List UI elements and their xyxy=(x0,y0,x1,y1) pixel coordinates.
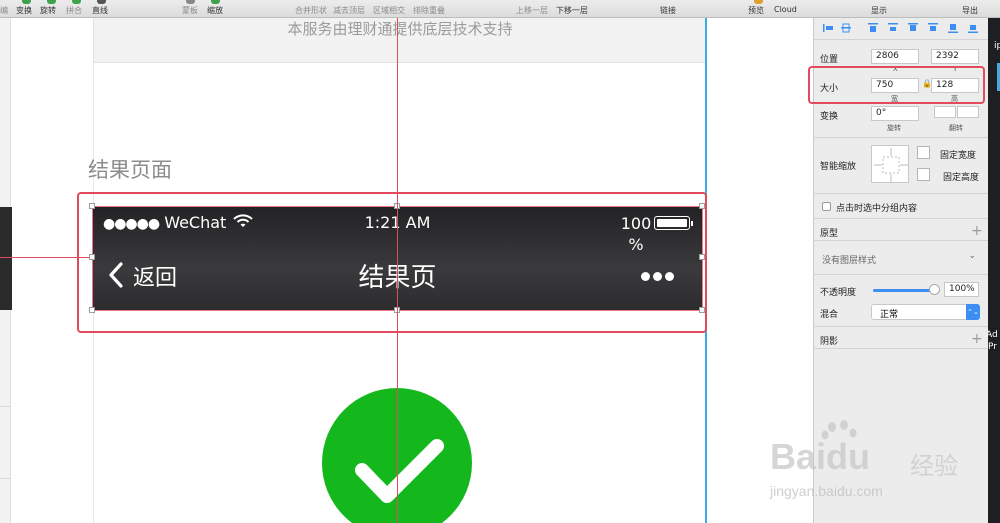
align-center-icon[interactable] xyxy=(840,22,852,34)
adjacent-artboard-divider xyxy=(0,478,11,479)
inspector-divider xyxy=(813,348,988,349)
toolbar-export[interactable]: 导出 xyxy=(962,5,978,16)
layer-style-select[interactable]: 没有图层样式 ⌄ xyxy=(818,250,980,266)
watermark-sub: 经验 xyxy=(910,452,958,480)
size-highlight-box xyxy=(808,66,985,104)
click-select-checkbox[interactable] xyxy=(822,202,831,211)
toolbar-preview[interactable]: 预览 xyxy=(748,5,764,16)
toolbar-icon xyxy=(211,0,220,4)
adjacent-artboard-navbar xyxy=(0,207,12,310)
resize-handle[interactable] xyxy=(699,254,705,260)
toolbar-flatten[interactable]: 拼合 xyxy=(66,5,82,16)
add-shadow-icon[interactable]: + xyxy=(971,332,983,346)
toolbar-subtract[interactable]: 减去顶层 xyxy=(333,5,365,16)
distribute-horizontal-icon[interactable] xyxy=(967,22,979,34)
flip-vertical-icon[interactable] xyxy=(957,106,979,118)
footer-block[interactable]: 本服务由理财通提供底层技术支持 xyxy=(93,18,705,63)
toolbar-icon xyxy=(186,0,195,4)
inspector-divider xyxy=(814,39,989,40)
opacity-field[interactable]: 100% xyxy=(944,282,979,297)
prototype-label: 原型 xyxy=(820,229,839,239)
watermark-url: jingyan.baidu.com xyxy=(770,483,883,499)
distribute-vertical-icon[interactable] xyxy=(947,22,959,34)
shadow-label: 阴影 xyxy=(820,337,839,347)
blend-mode-select[interactable]: 正常 ⌃⌄ xyxy=(871,304,980,320)
align-bottom-icon[interactable] xyxy=(907,22,919,34)
toolbar-backward[interactable]: 下移一层 xyxy=(556,5,588,16)
toolbar-view[interactable]: 显示 xyxy=(871,5,887,16)
highlight-annotation-box xyxy=(77,192,707,333)
background-window-text: Pr xyxy=(988,342,997,352)
distribute-icon[interactable] xyxy=(927,22,939,34)
resize-handle[interactable] xyxy=(89,254,95,260)
background-window xyxy=(988,18,1000,523)
align-left-icon[interactable] xyxy=(822,22,834,34)
resize-handle[interactable] xyxy=(89,307,95,313)
inspector-divider xyxy=(813,193,988,194)
align-top-icon[interactable] xyxy=(867,22,879,34)
blend-mode-value: 正常 xyxy=(880,310,899,320)
add-prototype-icon[interactable]: + xyxy=(971,224,983,238)
toolbar-cloud[interactable]: Cloud xyxy=(774,5,797,14)
x-position-field[interactable]: 2806 xyxy=(871,49,919,64)
toolbar-line[interactable]: 直线 xyxy=(92,5,108,16)
toolbar-intersect[interactable]: 区域相交 xyxy=(373,5,405,16)
resize-handle[interactable] xyxy=(89,203,95,209)
click-select-label: 点击时选中分组内容 xyxy=(836,204,918,214)
resizing-control[interactable] xyxy=(871,145,909,183)
resize-handle[interactable] xyxy=(699,307,705,313)
opacity-slider-knob[interactable] xyxy=(929,284,940,295)
fix-width-icon[interactable] xyxy=(917,146,930,159)
toolbar-transform[interactable]: 变换 xyxy=(16,5,32,16)
transform-label: 变换 xyxy=(820,112,839,122)
background-window-text: ip xyxy=(994,41,1000,51)
footer-text: 本服务由理财通提供底层技术支持 xyxy=(287,20,513,38)
layer-style-value: 没有图层样式 xyxy=(822,256,877,266)
toolbar-union[interactable]: 合并形状 xyxy=(295,5,327,16)
flip-horizontal-icon[interactable] xyxy=(934,106,956,118)
toolbar-icon xyxy=(72,0,81,4)
fix-width-label[interactable]: 固定宽度 xyxy=(940,148,976,161)
toolbar-icon xyxy=(97,0,106,4)
inspector-divider xyxy=(813,326,988,327)
background-window-text: Ad xyxy=(986,330,998,340)
watermark-brand: Baidu xyxy=(770,436,871,477)
opacity-slider[interactable] xyxy=(873,289,935,292)
chevron-down-icon: ⌄ xyxy=(968,251,976,261)
toolbar-edit[interactable]: 编 xyxy=(0,5,8,16)
toolbar-icon xyxy=(47,0,56,4)
baidu-watermark: Baidu 经验 jingyan.baidu.com xyxy=(770,418,980,508)
toolbar-scale[interactable]: 缩放 xyxy=(207,5,223,16)
toolbar-forward[interactable]: 上移一层 xyxy=(516,5,548,16)
flip-sublabel: 翻转 xyxy=(949,124,963,132)
inspector-divider xyxy=(813,240,988,241)
design-canvas[interactable]: 本服务由理财通提供底层技术支持 结果页面 ●●●●● WeChat 1:21 A… xyxy=(0,18,813,523)
vertical-guide-line-overlay xyxy=(397,18,398,523)
artboard-title[interactable]: 结果页面 xyxy=(88,154,172,184)
y-position-field[interactable]: 2392 xyxy=(931,49,979,64)
toolbar-difference[interactable]: 排除重叠 xyxy=(413,5,445,16)
rotate-sublabel: 旋转 xyxy=(887,124,901,132)
resize-handle[interactable] xyxy=(699,203,705,209)
align-middle-icon[interactable] xyxy=(887,22,899,34)
toolbar-mask[interactable]: 蒙板 xyxy=(182,5,198,16)
fix-height-icon[interactable] xyxy=(917,168,930,181)
rotation-field[interactable]: 0° xyxy=(871,106,919,121)
blend-label: 混合 xyxy=(820,310,839,320)
inspector-divider xyxy=(813,137,988,138)
toolbar: 编 变换 旋转 拼合 直线 蒙板 缩放 合并形状 减去顶层 区域相交 排除重叠 … xyxy=(0,0,1000,18)
adjacent-artboard-divider xyxy=(0,406,11,407)
position-label: 位置 xyxy=(820,55,839,65)
toolbar-icon xyxy=(22,0,31,4)
select-arrows-icon: ⌃⌄ xyxy=(966,304,980,320)
opacity-label: 不透明度 xyxy=(820,288,857,298)
toolbar-icon xyxy=(754,0,763,4)
toolbar-rotate[interactable]: 旋转 xyxy=(40,5,56,16)
resizing-pin-icon xyxy=(874,148,908,182)
smart-resize-label: 智能缩放 xyxy=(820,162,857,172)
toolbar-link[interactable]: 链接 xyxy=(660,5,676,16)
fix-height-label[interactable]: 固定高度 xyxy=(943,170,979,183)
inspector-divider xyxy=(813,218,988,219)
inspector-divider xyxy=(813,274,988,275)
